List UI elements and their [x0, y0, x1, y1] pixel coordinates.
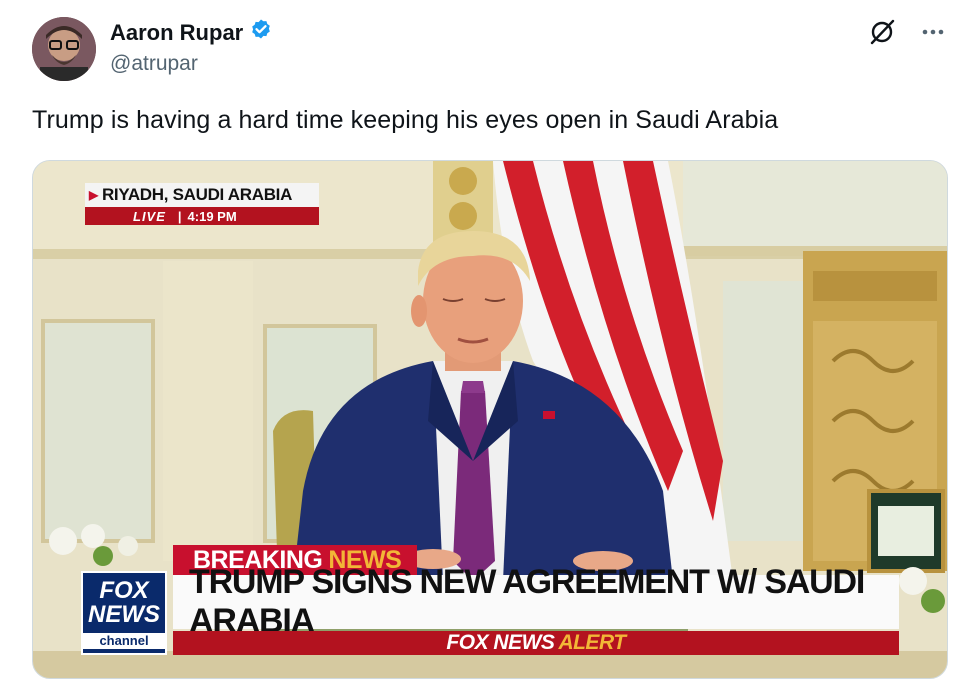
avatar[interactable]: [32, 17, 96, 81]
alert-suffix: ALERT: [558, 631, 626, 654]
more-options-icon[interactable]: [920, 19, 946, 50]
alert-prefix: FOX NEWS: [446, 631, 555, 654]
separator: |: [177, 208, 182, 224]
live-label: LIVE: [133, 208, 166, 224]
triangle-icon: ▶: [89, 188, 98, 202]
location-text: RIYADH, SAUDI ARABIA: [101, 185, 293, 204]
verified-badge-icon: [249, 18, 273, 47]
fox-news-alert-bar: FOX NEWS ALERT: [173, 631, 899, 655]
tweet-text: Trump is having a hard time keeping his …: [32, 106, 779, 134]
author-name[interactable]: Aaron Rupar: [110, 20, 243, 46]
chyron-location: ▶ RIYADH, SAUDI ARABIA: [85, 183, 319, 207]
avatar-image: [32, 17, 96, 81]
logo-line-2: NEWS: [88, 601, 160, 628]
logo-line-3: channel: [83, 633, 165, 649]
author-handle[interactable]: @atrupar: [110, 52, 198, 76]
headline-chyron: TRUMP SIGNS NEW AGREEMENT W/ SAUDI ARABI…: [173, 563, 899, 640]
chyron-live-bar: LIVE | 4:19 PM: [85, 207, 319, 225]
live-time: 4:19 PM: [187, 208, 237, 224]
author-name-row[interactable]: Aaron Rupar: [110, 18, 273, 47]
logo-line-1: FOX: [99, 577, 149, 604]
tweet-media[interactable]: ▶ RIYADH, SAUDI ARABIA LIVE | 4:19 PM BR…: [32, 160, 948, 679]
grok-icon[interactable]: [868, 18, 896, 51]
tweet-actions: [868, 18, 946, 51]
fox-news-logo: FOX NEWS channel: [81, 571, 167, 655]
